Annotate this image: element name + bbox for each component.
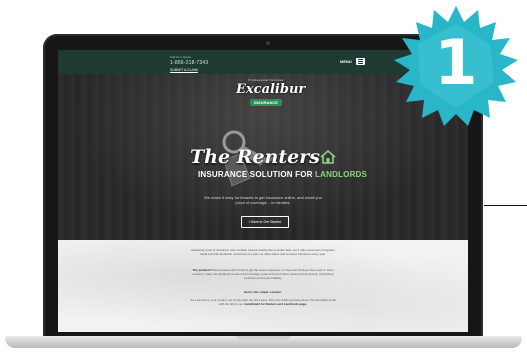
hamburger-menu-icon[interactable] (356, 58, 365, 65)
instashield-link[interactable]: InstaShield for Renters and Landlords pa… (244, 302, 307, 306)
intro-paragraph: Gathering proof of insurance from multip… (191, 248, 335, 256)
menu-button[interactable]: MENU (340, 59, 352, 64)
hero-subheadline: INSURANCE SOLUTION FOR LANDLORDS (198, 170, 367, 179)
problem-paragraph: The problem? Most tenants don't think to… (190, 268, 336, 280)
solution-heading: Here's the simple solution. (190, 290, 336, 294)
content-section: Gathering proof of insurance from multip… (58, 240, 468, 332)
call-label: Call for a Quote (170, 55, 192, 59)
step-number: 1 (434, 26, 478, 99)
submit-claim-link[interactable]: SUBMIT A CLAIM (170, 68, 198, 72)
phone-number-link[interactable]: 1-866-218-7343 (170, 60, 208, 66)
problem-text: Most tenants don't think to get the rent… (192, 268, 334, 280)
get-started-button[interactable]: I Want to Get Started (241, 216, 289, 228)
laptop-notch (236, 336, 290, 340)
webcam-icon (266, 41, 270, 45)
hero-description: We make it easy for tenants to get insur… (204, 195, 322, 205)
logo-sub: INSURANCE (250, 99, 282, 106)
hero-headline: The Renters (190, 146, 320, 168)
logo-name: Excalibur (236, 82, 306, 97)
hero-subheadline-accent: LANDLORDS (315, 170, 368, 179)
house-icon (320, 150, 336, 164)
solution-heading-text: Here's the simple solution. (243, 290, 283, 294)
callout-pointer-line (484, 205, 527, 206)
solution-paragraph: As a service to your renters, we simply … (190, 298, 336, 306)
excalibur-logo[interactable]: Professional Services Excalibur INSURANC… (236, 78, 306, 114)
hero-subheadline-text: INSURANCE SOLUTION FOR (198, 170, 316, 179)
